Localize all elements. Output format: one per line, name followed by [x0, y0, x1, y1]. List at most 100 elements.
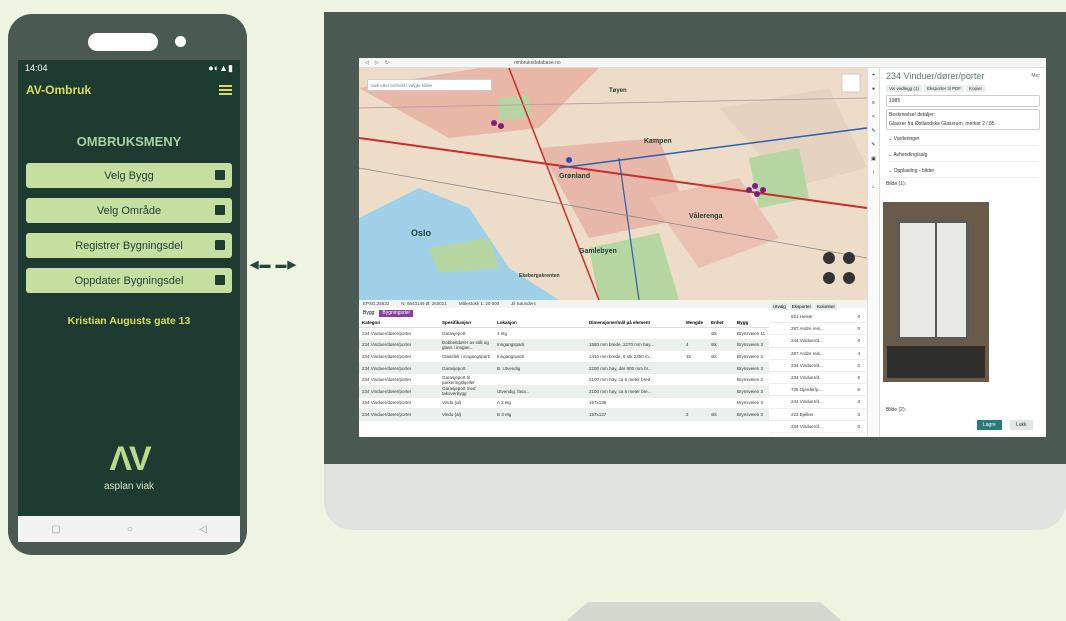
- map-view[interactable]: Søk etter innhold i valgte kilder Oslo G…: [359, 68, 867, 300]
- table-cell: 2100 mm høy, ca 6 meter bre...: [589, 388, 652, 394]
- table-row[interactable]: 234 Vinduer/dører/porter Vindu (al) B 3 et…: [359, 409, 769, 421]
- section-vurderinger[interactable]: ⌄ Vurderinger: [888, 133, 1038, 146]
- draw-icon[interactable]: ✎: [868, 124, 879, 138]
- column-header[interactable]: Kategori: [362, 320, 442, 325]
- table-row[interactable]: 234 Vinduer/dører/porter Glassfelt i inng…: [359, 351, 769, 363]
- button-label: Velg Område: [96, 204, 162, 217]
- list-item[interactable]: 287 Andre reis... 0: [769, 323, 866, 336]
- layers-icon[interactable]: ≡: [868, 96, 879, 110]
- list-item[interactable]: 244 Vinduer/d... 3: [769, 396, 866, 409]
- tab-bygg[interactable]: Bygg: [363, 310, 374, 317]
- column-header[interactable]: Dimensjoner/mål på element: [589, 320, 686, 325]
- phone-speaker: [88, 33, 158, 51]
- kolonner-button[interactable]: Kolonner: [815, 303, 838, 310]
- user-icon[interactable]: ●: [868, 82, 879, 96]
- table-cell: 234 Vinduer/dører/porter: [362, 377, 412, 383]
- section-opplasting[interactable]: ⌄ Opplasting - bilder: [888, 165, 1038, 178]
- table-cell: 234 Vinduer/dører/porter: [362, 353, 412, 359]
- list-item[interactable]: 234 Vinduer/d... 0: [769, 360, 866, 372]
- table-cell: Brynsveien 3: [737, 411, 764, 417]
- year-field[interactable]: 1985: [886, 95, 1040, 107]
- list-item[interactable]: 234 Vinduer/d... 5: [769, 372, 866, 385]
- list-item-label: 725 Gjerder/p...: [791, 387, 823, 393]
- map-label-gronland: Grønland: [559, 173, 591, 180]
- forward-icon[interactable]: ▷: [375, 60, 379, 66]
- eksporter-button[interactable]: Eksporter: [789, 303, 814, 310]
- velg-omrade-button[interactable]: Velg Område: [26, 198, 232, 223]
- list-item-label: 223 Bjelker: [791, 411, 814, 417]
- table-cell: 2200 mm høy, dør 900 mm br...: [589, 365, 652, 371]
- panel-link[interactable]: Mer: [1031, 73, 1040, 79]
- home-icon[interactable]: ○: [127, 524, 133, 535]
- back-icon[interactable]: ◁: [365, 60, 369, 66]
- tab-bygningsdel[interactable]: Bygningsdel: [379, 310, 413, 317]
- app-bar: AV-Ombruk: [18, 76, 240, 104]
- list-item[interactable]: 223 Bjelker 3: [769, 409, 866, 421]
- registrer-bygningsdel-button[interactable]: Registrer Bygningsdel: [26, 233, 232, 258]
- map-scale[interactable]: Målestokk 1: 20 000: [459, 301, 499, 307]
- list-item-count: 0: [857, 423, 860, 429]
- table-row[interactable]: 234 Vinduer/dører/porter Garasjeport med …: [359, 385, 769, 398]
- list-item-count: 5: [857, 375, 860, 381]
- home-icon[interactable]: ⌂: [868, 180, 879, 194]
- map-epsg: EPSG:25832: [363, 301, 390, 306]
- table-cell: Inngangsparti: [497, 342, 525, 348]
- print-icon[interactable]: ▣: [868, 152, 879, 166]
- list-item[interactable]: 234 Vinduer/d... 0: [769, 421, 866, 433]
- section-label: Opplasting - bilder: [893, 168, 935, 174]
- section-label: Vurderinger: [893, 136, 920, 142]
- vis-vedlegg-button[interactable]: Vis vedlegg (1): [886, 85, 922, 92]
- area-icon: [215, 205, 225, 215]
- oppdater-bygningsdel-button[interactable]: Oppdater Bygningsdel: [26, 268, 232, 293]
- list-item[interactable]: 287 Andre reis... 4: [769, 348, 866, 360]
- list-item[interactable]: 725 Gjerder/p... 6: [769, 384, 866, 397]
- list-item-label: 234 Vinduer/d...: [791, 375, 823, 381]
- logo-mark: ΛV: [109, 440, 151, 478]
- back-icon[interactable]: ◁: [199, 524, 207, 535]
- lagre-button[interactable]: Lagre: [977, 420, 1002, 430]
- column-header[interactable]: Enhet: [711, 320, 737, 325]
- share-icon[interactable]: <: [868, 110, 879, 124]
- table-cell: 1580 mm brede, 2270 mm høy...: [589, 342, 654, 348]
- velg-bygg-button[interactable]: Velg Bygg: [26, 163, 232, 188]
- list-item-count: 4: [857, 350, 860, 356]
- export-pdf-button[interactable]: Eksporter til PDF: [923, 85, 964, 92]
- list-item-label: 234 Vinduer/d...: [791, 423, 823, 429]
- column-header[interactable]: Lokasjon: [497, 320, 589, 325]
- copy-button[interactable]: Kopier: [965, 85, 985, 92]
- table-row[interactable]: 234 Vinduer/dører/porter Vindu (al) A 2 et…: [359, 398, 769, 410]
- reload-icon[interactable]: ↻: [385, 60, 389, 66]
- list-item[interactable]: 244 Vinduer/d... 0: [769, 335, 866, 348]
- table-row[interactable]: 234 Vinduer/dører/porter Garasjeport B. Ut…: [359, 362, 769, 375]
- utvalg-button[interactable]: Utvalg: [771, 303, 788, 310]
- list-item[interactable]: 621 Heiser 0: [769, 311, 866, 324]
- edit-icon[interactable]: ✎: [868, 138, 879, 152]
- table-row[interactable]: 234 Vinduer/dører/porter Garasjeport 1 etg…: [359, 328, 769, 340]
- lukk-button[interactable]: Lukk: [1010, 420, 1033, 430]
- table-row[interactable]: 234 Vinduer/dører/porter Garasjeport til …: [359, 374, 769, 386]
- table-cell: A 2 etg: [497, 400, 512, 406]
- section-avhending[interactable]: ⌄ Avhending/salg: [888, 149, 1038, 162]
- door-photo[interactable]: [883, 202, 989, 382]
- phone-screen: 14:04 ●◐▲▮ AV-Ombruk OMBRUKSMENY Velg By…: [18, 60, 240, 542]
- button-label: Velg Bygg: [104, 169, 154, 182]
- column-header[interactable]: Bygg: [737, 320, 771, 325]
- table-cell: 157x137: [589, 411, 607, 417]
- url-bar[interactable]: ombruksdatabase.no: [514, 60, 561, 66]
- column-header[interactable]: Spesifikasjon: [442, 320, 497, 325]
- recent-apps-icon[interactable]: ▢: [51, 524, 60, 535]
- status-time: 14:04: [25, 63, 48, 73]
- table-cell: Brynsveien 3: [737, 377, 764, 383]
- location-icon[interactable]: ⌖: [868, 68, 879, 82]
- column-header[interactable]: Mengde: [686, 320, 711, 325]
- hamburger-menu-icon[interactable]: [219, 85, 232, 95]
- browser-toolbar: ◁ ▷ ↻ ombruksdatabase.no: [359, 58, 1046, 68]
- description-field[interactable]: Beskrivelse/ detaljer: Glasser fra Østla…: [886, 109, 1040, 130]
- map-search-input[interactable]: Søk etter innhold i valgte kilder: [367, 79, 492, 91]
- table-header: Kategori Spesifikasjon Lokasjon Dimensjo…: [359, 318, 769, 328]
- table-cell: Garasjeport til parkeringskjeller: [442, 374, 475, 385]
- list-item-label: 287 Andre reis...: [791, 350, 824, 356]
- info-icon[interactable]: i: [868, 166, 879, 180]
- table-row[interactable]: 234 Vinduer/dører/porter Dobbeltdører av …: [359, 339, 769, 352]
- map-label-gamlebyen: Gamlebyen: [579, 248, 617, 255]
